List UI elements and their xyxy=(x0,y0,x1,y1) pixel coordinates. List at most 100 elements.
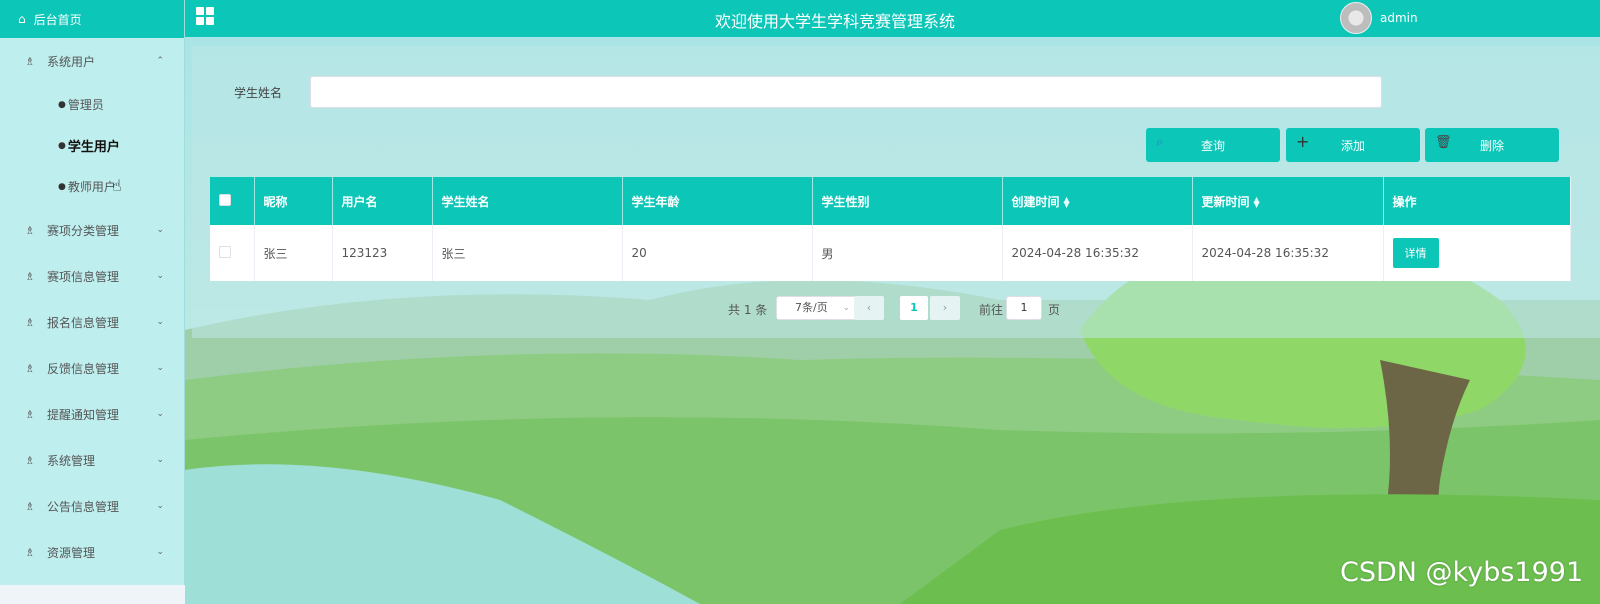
page-size-select[interactable]: 7条/页 ⌄ xyxy=(776,296,858,320)
col-student-gender: 学生性别 xyxy=(812,177,1003,225)
username[interactable]: admin xyxy=(1380,11,1418,25)
chevron-down-icon: ⌄ xyxy=(156,455,164,465)
sidebar-group-resources[interactable]: ♗ 资源管理 ⌄ xyxy=(0,529,184,575)
sidebar-group-label: 公告信息管理 xyxy=(47,499,120,514)
student-name-input[interactable] xyxy=(310,76,1382,108)
col-created-at[interactable]: 创建时间 ▲ ▼ xyxy=(1002,177,1193,225)
page-unit-label: 页 xyxy=(1048,303,1061,317)
pin-icon: ● xyxy=(58,181,66,192)
avatar[interactable] xyxy=(1340,2,1372,34)
pin-icon: ● xyxy=(58,99,66,110)
sidebar-group-competition-info[interactable]: ♗ 赛项信息管理 ⌄ xyxy=(0,253,184,299)
sidebar-item-label: 管理员 xyxy=(67,98,104,112)
col-student-name: 学生姓名 xyxy=(432,177,623,225)
table-row: 张三 123123 张三 20 男 2024-04-28 16:35:32 20… xyxy=(210,225,1571,281)
row-checkbox[interactable] xyxy=(219,245,231,258)
sidebar-group-system[interactable]: ♗ 系统管理 ⌄ xyxy=(0,437,184,483)
col-updated-at-label: 更新时间 xyxy=(1201,194,1250,209)
sidebar-group-label: 报名信息管理 xyxy=(47,315,120,330)
sidebar-item-label: 学生用户 xyxy=(67,140,120,155)
sidebar-group-category[interactable]: ♗ 赛项分类管理 ⌄ xyxy=(0,207,184,253)
cell-nickname: 张三 xyxy=(254,225,333,281)
chevron-down-icon: ⌄ xyxy=(156,317,164,327)
plus-icon: + xyxy=(1296,132,1310,151)
sidebar-item-student-users[interactable]: ● 学生用户 xyxy=(0,125,184,166)
page-size-value: 7条/页 xyxy=(795,301,828,314)
user-icon: ♗ xyxy=(25,223,35,237)
sidebar-group-label: 赛项分类管理 xyxy=(47,223,120,238)
page-title: 欢迎使用大学生学科竞赛管理系统 xyxy=(714,12,955,31)
search-icon: ⌕ xyxy=(1156,135,1164,150)
delete-button-label: 删除 xyxy=(1479,138,1504,153)
sidebar-item-teacher-users[interactable]: ● 教师用户 xyxy=(0,166,184,207)
sidebar-home-link[interactable]: ⌂ 后台首页 xyxy=(0,0,184,38)
sidebar-group-system-users[interactable]: ♗ 系统用户 ⌃ xyxy=(0,38,184,84)
pagination-total: 共 1 条 xyxy=(728,303,768,317)
select-all-cell xyxy=(210,177,255,225)
sidebar-group-feedback[interactable]: ♗ 反馈信息管理 ⌄ xyxy=(0,345,184,391)
col-updated-at[interactable]: 更新时间 ▲ ▼ xyxy=(1192,177,1384,225)
next-page-button[interactable]: › xyxy=(930,296,960,320)
user-icon: ♗ xyxy=(25,453,35,467)
student-table: 昵称 用户名 学生姓名 学生年龄 学生性别 创建时间 ▲ ▼ 更新时间 ▲ ▼ 操作 张… xyxy=(210,177,1571,281)
col-username: 用户名 xyxy=(332,177,433,225)
search-label: 学生姓名 xyxy=(234,86,283,100)
cell-student-name: 张三 xyxy=(432,225,623,281)
sidebar-group-reminder[interactable]: ♗ 提醒通知管理 ⌄ xyxy=(0,391,184,437)
sidebar-item-admin[interactable]: ● 管理员 xyxy=(0,84,184,125)
chevron-down-icon: ⌄ xyxy=(156,225,164,235)
user-icon: ♗ xyxy=(25,361,35,375)
sidebar-footer xyxy=(0,585,185,604)
chevron-down-icon: ⌄ xyxy=(156,501,164,511)
chevron-down-icon: ⌄ xyxy=(156,271,164,281)
chevron-up-icon: ⌃ xyxy=(156,56,164,66)
user-icon: ♗ xyxy=(25,407,35,421)
cell-created-at: 2024-04-28 16:35:32 xyxy=(1002,225,1193,281)
detail-button[interactable]: 详情 xyxy=(1392,238,1439,268)
sidebar-group-announcement[interactable]: ♗ 公告信息管理 ⌄ xyxy=(0,483,184,529)
cell-student-age: 20 xyxy=(622,225,813,281)
table-header-row: 昵称 用户名 学生姓名 学生年龄 学生性别 创建时间 ▲ ▼ 更新时间 ▲ ▼ 操作 xyxy=(210,177,1571,225)
top-header: 欢迎使用大学生学科竞赛管理系统 admin xyxy=(185,0,1600,37)
chevron-down-icon: ⌄ xyxy=(842,303,850,313)
query-button[interactable]: ⌕ 查询 xyxy=(1146,128,1280,162)
col-student-age: 学生年龄 xyxy=(622,177,813,225)
page-number-current[interactable]: 1 xyxy=(900,296,928,320)
chevron-down-icon: ⌄ xyxy=(156,409,164,419)
sort-icon[interactable]: ▲ ▼ xyxy=(1064,196,1070,209)
sidebar-group-registration[interactable]: ♗ 报名信息管理 ⌄ xyxy=(0,299,184,345)
mouse-pointer-icon: ☝ xyxy=(112,176,122,195)
sidebar-group-label: 资源管理 xyxy=(47,545,96,560)
sidebar-group-label: 系统用户 xyxy=(47,54,96,69)
cell-updated-at: 2024-04-28 16:35:32 xyxy=(1192,225,1384,281)
chevron-down-icon: ⌄ xyxy=(156,547,164,557)
sort-icon[interactable]: ▲ ▼ xyxy=(1254,196,1260,209)
cell-actions: 详情 xyxy=(1383,225,1571,281)
sidebar-group-label: 提醒通知管理 xyxy=(47,407,120,422)
user-icon: ♗ xyxy=(25,545,35,559)
sidebar-home-label: 后台首页 xyxy=(33,12,82,27)
chevron-left-icon: ‹ xyxy=(866,301,872,314)
query-button-label: 查询 xyxy=(1200,138,1225,153)
col-created-at-label: 创建时间 xyxy=(1011,194,1060,209)
sidebar-group-label: 系统管理 xyxy=(47,453,96,468)
add-button[interactable]: + 添加 xyxy=(1286,128,1420,162)
goto-label: 前往 xyxy=(979,303,1004,317)
row-select-cell xyxy=(210,225,255,281)
trash-icon: 🗑 xyxy=(1435,135,1452,150)
select-all-checkbox[interactable] xyxy=(219,193,231,206)
delete-button[interactable]: 🗑 删除 xyxy=(1425,128,1559,162)
sidebar: ⌂ 后台首页 ♗ 系统用户 ⌃ ● 管理员 ● 学生用户 ● 教师用户 ♗ 赛项… xyxy=(0,0,185,604)
cell-username: 123123 xyxy=(332,225,433,281)
col-nickname: 昵称 xyxy=(254,177,333,225)
chevron-down-icon: ⌄ xyxy=(156,363,164,373)
user-icon: ♗ xyxy=(25,54,35,68)
goto-page-input[interactable]: 1 xyxy=(1006,296,1042,320)
cell-student-gender: 男 xyxy=(812,225,1003,281)
home-icon: ⌂ xyxy=(18,12,26,26)
sidebar-group-label: 赛项信息管理 xyxy=(47,269,120,284)
user-icon: ♗ xyxy=(25,269,35,283)
pin-icon: ● xyxy=(58,140,66,151)
prev-page-button[interactable]: ‹ xyxy=(854,296,884,320)
sidebar-group-label: 反馈信息管理 xyxy=(47,361,120,376)
